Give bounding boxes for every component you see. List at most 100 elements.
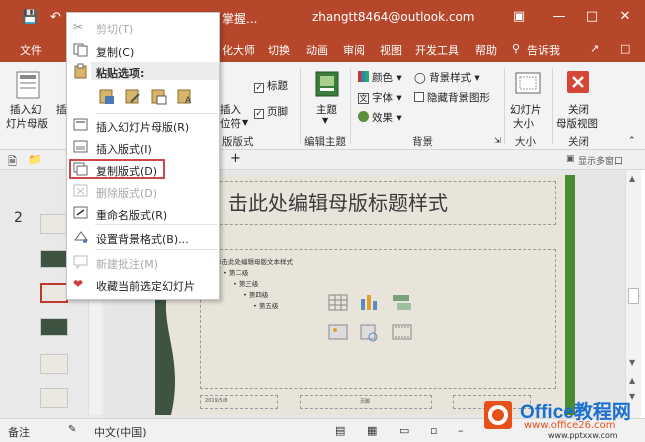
tab-file[interactable]: 文件 (20, 42, 42, 58)
duplicate-layout-icon (73, 162, 88, 176)
insert-layout-icon (73, 140, 88, 153)
zoom-out-icon[interactable]: – (458, 424, 464, 437)
menu-item-new-comment[interactable]: 新建批注(M) (67, 252, 219, 272)
share-icon[interactable]: ↗ (590, 42, 599, 55)
account-email[interactable]: zhangtt8464@outlook.com (312, 10, 475, 24)
menu-item-format-background[interactable]: 设置背景格式(B)... (67, 227, 219, 247)
layout-thumbnail[interactable] (40, 388, 68, 408)
previous-slide-icon[interactable]: ▲ (629, 376, 635, 385)
tab-review[interactable]: 审阅 (343, 42, 365, 58)
effects-dropdown[interactable]: 效果 ▾ (358, 110, 402, 125)
slideshow-icon[interactable]: ▫ (430, 424, 437, 437)
normal-view-icon[interactable]: ▤ (335, 424, 345, 437)
fonts-dropdown[interactable]: 文字体 ▾ (358, 90, 402, 105)
menu-item-delete-layout[interactable]: 删除版式(D) (67, 181, 219, 201)
insert-placeholder-button[interactable]: 插入 (220, 102, 241, 117)
content-text: 单击此处编辑母版文本样式 • 第二级 • 第三级 • 第四级 • 第五级 (215, 257, 293, 312)
add-tab-button[interactable]: + (230, 151, 241, 166)
menu-item-rename-layout[interactable]: 重命名版式(R) (67, 203, 219, 223)
slide-title-placeholder-text[interactable]: 击此处编辑母版标题样式 (228, 187, 448, 216)
footer-checkbox[interactable]: ✓ 页脚 (254, 104, 288, 119)
notes-button[interactable]: 备注 (8, 424, 30, 440)
layout-thumbnail[interactable] (40, 318, 68, 336)
effects-label: 效果 (372, 112, 393, 124)
undo-icon[interactable]: ↶ (50, 10, 61, 25)
close-master-view-button[interactable]: 关闭 (568, 102, 589, 117)
size-group-label: 大小 (515, 136, 536, 148)
tab-slide-master-tool[interactable]: 化大师 (222, 42, 255, 58)
folder-icon[interactable]: 📁 (28, 153, 42, 166)
background-styles-dropdown[interactable]: ◯ 背景样式 ▾ (414, 70, 480, 85)
colors-dropdown[interactable]: 颜色 ▾ (358, 70, 402, 85)
tab-view[interactable]: 视图 (380, 42, 402, 58)
tab-transitions[interactable]: 切换 (268, 42, 290, 58)
maximize-button[interactable]: □ (581, 9, 603, 24)
tab-help[interactable]: 帮助 (475, 42, 497, 58)
scroll-down-icon[interactable]: ▼ (629, 358, 635, 367)
slide-size-button[interactable]: 幻灯片 (510, 102, 542, 117)
menu-item-duplicate-layout[interactable]: 复制版式(D) (69, 159, 165, 179)
watermark-url: www.office26.com (524, 420, 616, 431)
menu-item-insert-layout[interactable]: 插入版式(I) (67, 137, 219, 157)
menu-item-label: 插入版式(I) (96, 143, 152, 156)
insert-content-icons (328, 294, 412, 342)
scroll-up-icon[interactable]: ▲ (629, 174, 635, 183)
menu-separator (95, 249, 217, 250)
context-menu: ✂ 剪切(T) 复制(C) 粘贴选项: A 插入幻灯片母版(R) 插入版式(I)… (66, 12, 220, 300)
table-icon (328, 294, 348, 311)
theme-button[interactable]: 主题 (316, 102, 337, 117)
hide-bg-graphics-label: 隐藏背景图形 (427, 92, 490, 104)
paste-options-row: A (99, 87, 209, 107)
slide-size-label-2: 大小 (513, 118, 534, 130)
layout-thumbnail[interactable] (40, 354, 68, 374)
layout-thumbnail[interactable] (40, 214, 68, 234)
paste-destination-theme-icon[interactable] (99, 88, 115, 105)
fonts-label: 字体 (372, 92, 393, 104)
scissors-icon: ✂ (73, 20, 84, 34)
save-icon[interactable]: 💾 (22, 10, 38, 25)
paste-picture-icon[interactable] (151, 88, 167, 105)
body-level-5: • 第五级 (253, 302, 279, 310)
layout-thumbnail-selected[interactable] (40, 283, 68, 303)
spell-check-icon[interactable]: ✎ (68, 424, 76, 435)
show-multiple-windows-button[interactable]: 显示多窗口 (578, 154, 623, 167)
ribbon-divider (350, 68, 351, 144)
ribbon-display-icon[interactable]: ▣ (508, 9, 530, 24)
menu-item-favorite-slide[interactable]: ❤ 收藏当前选定幻灯片 (67, 274, 219, 294)
menu-item-insert-slide-master[interactable]: 插入幻灯片母版(R) (67, 115, 219, 135)
dialog-launcher-icon[interactable]: ⇲ (494, 136, 501, 145)
tab-developer[interactable]: 开发工具 (415, 42, 459, 58)
insert-layout-button-partial[interactable]: 插 (56, 102, 67, 117)
body-level-1: 单击此处编辑母版文本样式 (215, 258, 293, 266)
reading-view-icon[interactable]: ▭ (399, 424, 409, 437)
insert-slide-master-button[interactable]: 插入幻 (10, 102, 42, 117)
menu-item-label: 复制(C) (96, 46, 135, 59)
slide-sorter-icon[interactable]: ▦ (367, 424, 377, 437)
minimize-button[interactable]: — (548, 9, 570, 24)
collapse-ribbon-icon[interactable]: ⌃ (628, 136, 636, 146)
language-indicator[interactable]: 中文(中国) (94, 424, 147, 440)
background-styles-label: 背景样式 (429, 72, 472, 84)
menu-item-copy[interactable]: 复制(C) (67, 40, 219, 60)
date-text: 2019/5/8 (205, 398, 228, 404)
comments-icon[interactable]: □ (620, 42, 630, 55)
vertical-scrollbar[interactable]: ▲ ▼ ▲ ▼ (625, 170, 641, 418)
slide-number: 2 (14, 210, 23, 226)
title-checkbox[interactable]: ✓ 标题 (254, 78, 288, 93)
title-checkbox-label: 标题 (267, 80, 288, 92)
theme-icon (315, 71, 339, 97)
tell-me-search[interactable]: 告诉我 (527, 42, 560, 58)
scrollbar-thumb[interactable] (628, 288, 639, 304)
effects-icon (358, 111, 369, 122)
keep-source-formatting-icon[interactable] (125, 88, 141, 105)
ribbon-divider (552, 68, 553, 144)
background-styles-icon: ◯ (414, 72, 430, 84)
menu-item-label: 收藏当前选定幻灯片 (96, 280, 195, 293)
close-button[interactable]: ✕ (614, 9, 636, 24)
hide-background-graphics-checkbox[interactable]: 隐藏背景图形 (414, 90, 490, 105)
theme-chevron-icon: ▼ (322, 116, 329, 125)
layout-thumbnail[interactable] (40, 250, 68, 268)
menu-item-cut[interactable]: ✂ 剪切(T) (67, 17, 219, 37)
keep-text-only-icon[interactable]: A (177, 88, 193, 105)
tab-animations[interactable]: 动画 (306, 42, 328, 58)
